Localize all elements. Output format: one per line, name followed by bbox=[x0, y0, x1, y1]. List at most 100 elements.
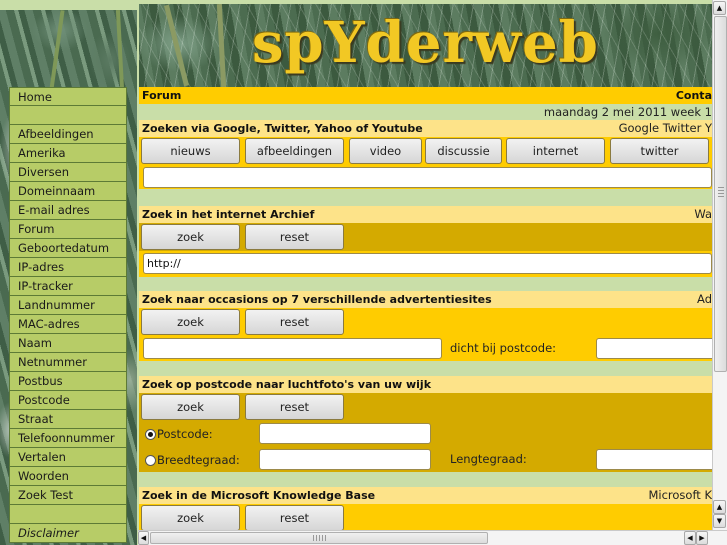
banner-photo-stem bbox=[216, 4, 227, 87]
nav-item-telefoonnummer[interactable]: Telefoonnummer bbox=[9, 429, 127, 448]
browser-viewport: Home Afbeeldingen Amerika Diversen Domei… bbox=[0, 0, 727, 545]
ads-link[interactable]: Ad bbox=[697, 291, 712, 308]
twitter-button[interactable]: twitter bbox=[610, 138, 709, 164]
section-title: Zoek naar occasions op 7 verschillende a… bbox=[142, 293, 492, 306]
discussion-button[interactable]: discussie bbox=[425, 138, 502, 164]
section-header: Zoek in de Microsoft Knowledge Base Micr… bbox=[139, 487, 712, 504]
section-body: zoek reset bbox=[139, 504, 712, 530]
news-button[interactable]: nieuws bbox=[141, 138, 240, 164]
nav-item-naam[interactable]: Naam bbox=[9, 334, 127, 353]
nav-item-home[interactable]: Home bbox=[9, 87, 127, 106]
nav-item-domeinnaam[interactable]: Domeinnaam bbox=[9, 182, 127, 201]
aerial-photo-section: Zoek op postcode naar luchtfoto's van uw… bbox=[139, 376, 712, 472]
scroll-up-arrow-icon[interactable]: ▲ bbox=[713, 1, 726, 15]
left-frame: Home Afbeeldingen Amerika Diversen Domei… bbox=[0, 0, 137, 545]
scroll-down-arrow-icon[interactable]: ▼ bbox=[713, 514, 726, 528]
zoek-button[interactable]: zoek bbox=[141, 394, 240, 420]
reset-button[interactable]: reset bbox=[245, 505, 344, 530]
zoek-button[interactable]: zoek bbox=[141, 505, 240, 530]
section-title: Zoek op postcode naar luchtfoto's van uw… bbox=[142, 378, 432, 391]
postcode-input[interactable] bbox=[596, 338, 712, 359]
section-header: Zoek op postcode naar luchtfoto's van uw… bbox=[139, 376, 712, 393]
wayback-link[interactable]: Wa bbox=[694, 206, 712, 223]
banner: spYderweb bbox=[139, 4, 712, 87]
nav-item-geboortedatum[interactable]: Geboortedatum bbox=[9, 239, 127, 258]
reset-button[interactable]: reset bbox=[245, 394, 344, 420]
nav-item-postbus[interactable]: Postbus bbox=[9, 372, 127, 391]
nav-item-straat[interactable]: Straat bbox=[9, 410, 127, 429]
vertical-scroll-thumb[interactable] bbox=[714, 16, 727, 372]
video-button[interactable]: video bbox=[349, 138, 422, 164]
section-body: zoek reset bbox=[139, 223, 712, 251]
nav-item-woorden[interactable]: Woorden bbox=[9, 467, 127, 486]
search-input[interactable] bbox=[143, 167, 712, 188]
images-button[interactable]: afbeeldingen bbox=[245, 138, 344, 164]
banner-photo-stem bbox=[164, 4, 189, 87]
section-body: http:// bbox=[139, 251, 712, 277]
nav-item-amerika[interactable]: Amerika bbox=[9, 144, 127, 163]
section-header: Zoeken via Google, Twitter, Yahoo of You… bbox=[139, 120, 712, 137]
nav-item-ip-adres[interactable]: IP-adres bbox=[9, 258, 127, 277]
microsoft-kb-section: Zoek in de Microsoft Knowledge Base Micr… bbox=[139, 487, 712, 530]
nav-item-disclaimer[interactable]: Disclaimer bbox=[9, 524, 127, 543]
section-body: zoek reset Postcode: Breedtegraad: Lengt… bbox=[139, 393, 712, 472]
nav-item-forum[interactable]: Forum bbox=[9, 220, 127, 239]
nav-item-mac-adres[interactable]: MAC-adres bbox=[9, 315, 127, 334]
postcode-label: dicht bij postcode: bbox=[450, 341, 557, 355]
internet-archive-section: Zoek in het internet Archief Wa zoek res… bbox=[139, 206, 712, 277]
nav-item-email-adres[interactable]: E-mail adres bbox=[9, 201, 127, 220]
microsoft-link[interactable]: Microsoft K bbox=[648, 487, 712, 504]
grip-icon bbox=[313, 535, 327, 541]
nav-item-zoek-test[interactable]: Zoek Test bbox=[9, 486, 127, 505]
occasion-search-input[interactable] bbox=[143, 338, 442, 359]
nav-item-afbeeldingen[interactable]: Afbeeldingen bbox=[9, 125, 127, 144]
section-body: nieuws afbeeldingen video discussie inte… bbox=[139, 137, 712, 189]
section-title: Zoeken via Google, Twitter, Yahoo of You… bbox=[142, 122, 423, 135]
scroll-left-arrow-icon[interactable]: ◀ bbox=[684, 531, 696, 545]
sidebar-nav: Home Afbeeldingen Amerika Diversen Domei… bbox=[9, 87, 127, 543]
horizontal-scroll-thumb[interactable] bbox=[150, 532, 488, 544]
content-frame: spYderweb Forum Conta maandag 2 mei 2011… bbox=[139, 4, 712, 530]
date-display: maandag 2 mei 2011 week 1 bbox=[543, 105, 712, 119]
scroll-up-arrow-icon[interactable]: ▲ bbox=[713, 500, 726, 514]
longitude-label: Lengtegraad: bbox=[450, 452, 527, 466]
nav-item-postcode[interactable]: Postcode bbox=[9, 391, 127, 410]
postcode-radio-label: Postcode: bbox=[157, 427, 213, 441]
forum-link[interactable]: Forum bbox=[142, 87, 181, 104]
grip-icon bbox=[718, 187, 724, 197]
scroll-left-arrow-icon[interactable]: ◀ bbox=[138, 531, 149, 545]
scroll-right-arrow-icon[interactable]: ▶ bbox=[696, 531, 708, 545]
reset-button[interactable]: reset bbox=[245, 309, 344, 335]
archive-url-input[interactable]: http:// bbox=[143, 253, 712, 274]
top-link-bar: Forum Conta bbox=[139, 87, 712, 104]
nav-item-vertalen[interactable]: Vertalen bbox=[9, 448, 127, 467]
nav-item-netnummer[interactable]: Netnummer bbox=[9, 353, 127, 372]
horizontal-scrollbar[interactable]: ◀ ◀ ▶ bbox=[138, 530, 727, 545]
search-engines-section: Zoeken via Google, Twitter, Yahoo of You… bbox=[139, 120, 712, 189]
vertical-scrollbar[interactable]: ▲ ▲ ▼ bbox=[712, 0, 727, 530]
zoek-button[interactable]: zoek bbox=[141, 309, 240, 335]
zoek-button[interactable]: zoek bbox=[141, 224, 240, 250]
occasions-section: Zoek naar occasions op 7 verschillende a… bbox=[139, 291, 712, 361]
postcode-radio[interactable] bbox=[145, 429, 156, 440]
latitude-radio[interactable] bbox=[145, 455, 156, 466]
reset-button[interactable]: reset bbox=[245, 224, 344, 250]
latitude-input[interactable] bbox=[259, 449, 431, 470]
nav-item-ip-tracker[interactable]: IP-tracker bbox=[9, 277, 127, 296]
longitude-input[interactable] bbox=[596, 449, 712, 470]
nav-item-spacer bbox=[9, 505, 127, 524]
section-header: Zoek naar occasions op 7 verschillende a… bbox=[139, 291, 712, 308]
nav-item-diversen[interactable]: Diversen bbox=[9, 163, 127, 182]
section-header: Zoek in het internet Archief Wa bbox=[139, 206, 712, 223]
postcode-input[interactable] bbox=[259, 423, 431, 444]
section-title: Zoek in het internet Archief bbox=[142, 208, 315, 221]
nav-item-landnummer[interactable]: Landnummer bbox=[9, 296, 127, 315]
site-logo[interactable]: spYderweb bbox=[252, 8, 599, 78]
nav-item-spacer bbox=[9, 106, 127, 125]
background-photo-stem bbox=[49, 10, 65, 90]
contact-link[interactable]: Conta bbox=[676, 87, 712, 104]
internet-button[interactable]: internet bbox=[506, 138, 605, 164]
engine-links[interactable]: Google Twitter Y bbox=[619, 120, 712, 137]
latitude-radio-label: Breedtegraad: bbox=[157, 453, 240, 467]
background-photo-stem bbox=[115, 9, 125, 91]
